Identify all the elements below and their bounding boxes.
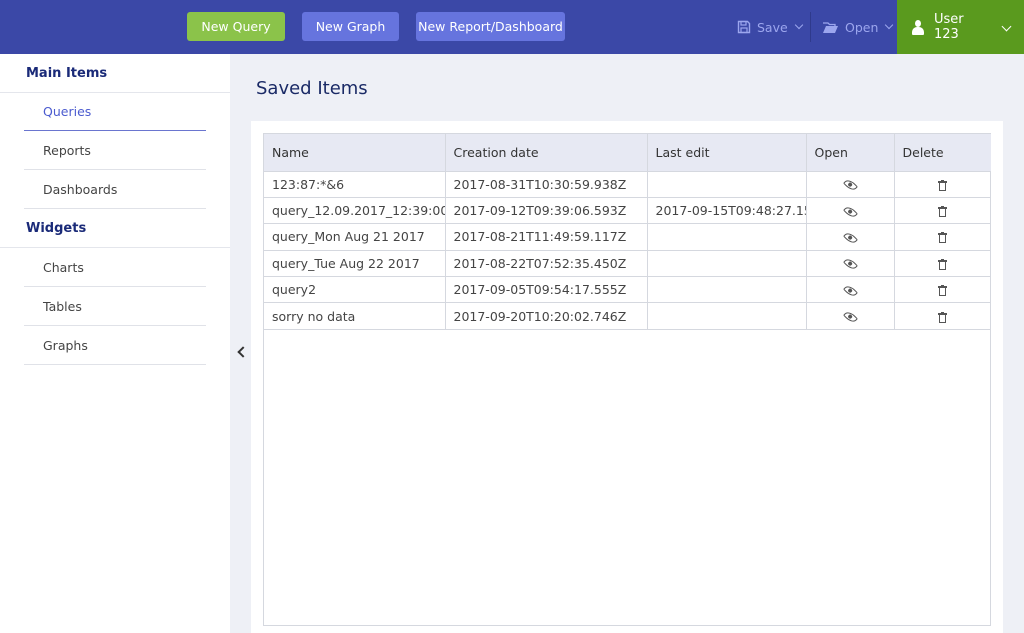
sidebar-collapse-bar[interactable]: [230, 54, 250, 633]
column-header-creation-date[interactable]: Creation date: [445, 134, 648, 172]
cell-last-edit: [647, 171, 807, 198]
sidebar: Main Items Queries Reports Dashboards Wi…: [0, 54, 230, 633]
user-label: User: [934, 12, 964, 27]
section-title-main-items: Main Items: [26, 66, 108, 81]
user-id: 123: [934, 27, 959, 42]
trash-icon[interactable]: [938, 179, 948, 191]
trash-icon[interactable]: [938, 311, 948, 323]
sidebar-item-charts[interactable]: Charts: [24, 249, 206, 287]
open-label: Open: [845, 19, 879, 35]
open-menu[interactable]: Open: [822, 17, 894, 37]
eye-icon[interactable]: [842, 204, 858, 220]
cell-delete: [894, 250, 991, 278]
cell-open: [806, 276, 895, 304]
eye-icon[interactable]: [842, 230, 858, 246]
cell-open: [806, 171, 895, 198]
page-title: Saved Items: [256, 78, 368, 99]
cell-name: query_12.09.2017_12:39:00: [264, 197, 446, 225]
cell-last-edit: [647, 276, 807, 304]
table-row[interactable]: 123:87:*&6 2017-08-31T10:30:59.938Z: [264, 171, 991, 198]
cell-delete: [894, 276, 991, 304]
eye-icon[interactable]: [842, 309, 858, 325]
column-header-last-edit[interactable]: Last edit: [647, 134, 807, 172]
cell-last-edit: [647, 223, 807, 251]
cell-name: 123:87:*&6: [264, 171, 446, 198]
user-icon: [912, 20, 924, 35]
new-graph-button[interactable]: New Graph: [302, 12, 399, 41]
section-title-widgets: Widgets: [26, 221, 87, 236]
cell-creation-date: 2017-08-31T10:30:59.938Z: [445, 171, 648, 198]
cell-name: query_Mon Aug 21 2017: [264, 223, 446, 251]
chevron-down-icon: [885, 20, 894, 30]
table-row[interactable]: query2 2017-09-05T09:54:17.555Z: [264, 276, 991, 304]
user-name: User 123: [934, 12, 964, 42]
cell-name: sorry no data: [264, 302, 446, 330]
sidebar-item-reports[interactable]: Reports: [24, 132, 206, 170]
eye-icon[interactable]: [842, 256, 858, 272]
cell-delete: [894, 197, 991, 225]
chevron-down-icon: [1001, 21, 1012, 32]
cell-creation-date: 2017-08-22T07:52:35.450Z: [445, 250, 648, 278]
cell-last-edit: 2017-09-15T09:48:27.151Z: [647, 197, 807, 225]
folder-open-icon: [823, 21, 838, 33]
cell-creation-date: 2017-08-21T11:49:59.117Z: [445, 223, 648, 251]
user-menu[interactable]: User 123: [897, 0, 1024, 54]
table-row[interactable]: query_Mon Aug 21 2017 2017-08-21T11:49:59…: [264, 223, 991, 251]
top-bar: New Query New Graph New Report/Dashboard…: [0, 0, 1024, 54]
divider: [0, 247, 230, 248]
cell-delete: [894, 171, 991, 198]
sidebar-item-dashboards[interactable]: Dashboards: [24, 171, 206, 209]
column-header-delete: Delete: [894, 134, 991, 172]
cell-name: query2: [264, 276, 446, 304]
save-label: Save: [757, 19, 788, 35]
eye-icon[interactable]: [842, 177, 858, 193]
cell-open: [806, 302, 895, 330]
cell-last-edit: [647, 250, 807, 278]
new-query-button[interactable]: New Query: [187, 12, 285, 41]
table-row[interactable]: query_Tue Aug 22 2017 2017-08-22T07:52:35…: [264, 250, 991, 278]
trash-icon[interactable]: [938, 206, 948, 218]
cell-last-edit: [647, 302, 807, 330]
cell-delete: [894, 223, 991, 251]
trash-icon[interactable]: [938, 285, 948, 297]
cell-creation-date: 2017-09-20T10:20:02.746Z: [445, 302, 648, 330]
cell-open: [806, 250, 895, 278]
eye-icon[interactable]: [842, 283, 858, 299]
column-header-name[interactable]: Name: [264, 134, 446, 172]
save-icon: [737, 20, 751, 34]
cell-creation-date: 2017-09-12T09:39:06.593Z: [445, 197, 648, 225]
toolbar-divider: [810, 12, 811, 42]
trash-icon[interactable]: [938, 232, 948, 244]
cell-delete: [894, 302, 991, 330]
sidebar-item-queries[interactable]: Queries: [24, 93, 206, 131]
table-header: Name Creation date Last edit Open Delete: [264, 134, 991, 172]
table-row[interactable]: query_12.09.2017_12:39:00 2017-09-12T09:3…: [264, 197, 991, 225]
chevron-down-icon: [794, 20, 803, 30]
sidebar-item-tables[interactable]: Tables: [24, 288, 206, 326]
save-menu[interactable]: Save: [737, 17, 803, 37]
sidebar-item-graphs[interactable]: Graphs: [24, 327, 206, 365]
new-report-dashboard-button[interactable]: New Report/Dashboard: [416, 12, 565, 41]
cell-open: [806, 223, 895, 251]
saved-items-table: Name Creation date Last edit Open Delete…: [263, 133, 991, 626]
column-header-open: Open: [806, 134, 895, 172]
cell-open: [806, 197, 895, 225]
cell-creation-date: 2017-09-05T09:54:17.555Z: [445, 276, 648, 304]
table-row[interactable]: sorry no data 2017-09-20T10:20:02.746Z: [264, 302, 991, 330]
trash-icon[interactable]: [938, 258, 948, 270]
cell-name: query_Tue Aug 22 2017: [264, 250, 446, 278]
